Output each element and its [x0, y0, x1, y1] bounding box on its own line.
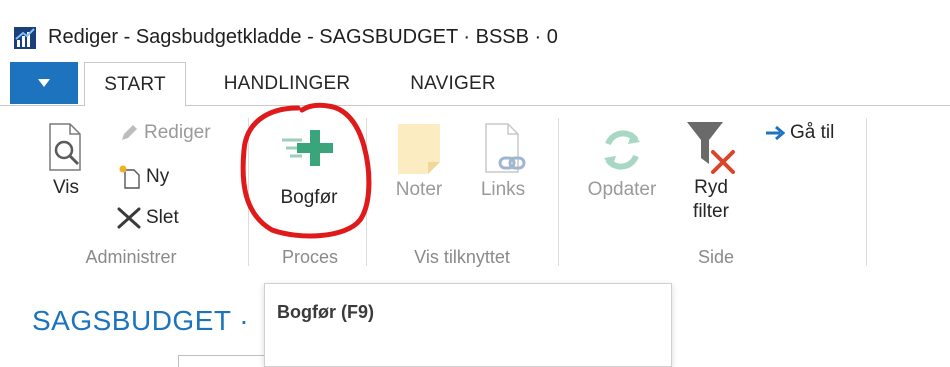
dynamics-nav-icon — [14, 27, 36, 49]
rediger-label: Rediger — [144, 122, 211, 143]
bogfor-button[interactable]: Bogfør — [266, 126, 352, 210]
ryd-filter-button[interactable]: Ryd filter — [680, 118, 742, 224]
post-plus-icon — [282, 130, 333, 166]
window-title: Rediger - Sagsbudgetkladde - SAGSBUDGET … — [48, 26, 558, 48]
link-document-icon — [485, 123, 526, 173]
noter-button[interactable]: Noter — [382, 122, 456, 202]
ryd-filter-label-line2: filter — [693, 201, 729, 222]
vis-label: Vis — [52, 177, 80, 198]
ryd-filter-label-line1: Ryd — [694, 177, 728, 198]
slet-button[interactable]: Slet — [116, 206, 179, 230]
rediger-button[interactable]: Rediger — [118, 122, 211, 144]
opdater-label: Opdater — [587, 179, 657, 200]
group-divider — [558, 118, 559, 266]
chevron-down-icon — [38, 79, 50, 87]
clear-filter-icon — [687, 122, 735, 174]
delete-x-icon — [117, 207, 141, 229]
tooltip-text: Bogfør (F9) — [277, 302, 374, 322]
links-label: Links — [480, 179, 526, 200]
opdater-button[interactable]: Opdater — [576, 122, 668, 202]
ny-label: Ny — [146, 166, 170, 187]
group-divider — [866, 118, 867, 266]
slet-label: Slet — [146, 207, 179, 228]
bogfor-label: Bogfør — [280, 187, 338, 208]
view-document-icon — [49, 123, 81, 171]
new-document-icon — [119, 165, 140, 189]
page-title: SAGSBUDGET · — [32, 305, 250, 336]
group-label-vis-tilknyttet: Vis tilknyttet — [414, 247, 510, 267]
group-divider — [366, 118, 367, 266]
ribbon-tab-bar: START HANDLINGER NAVIGER — [0, 62, 950, 107]
bogfor-tooltip: Bogfør (F9) — [264, 283, 672, 367]
group-label-proces: Proces — [281, 247, 339, 267]
app-menu-button[interactable] — [10, 62, 78, 104]
ribbon-panel: Vis Rediger Ny Slet Administrer Bogfør P… — [10, 106, 950, 282]
arrow-right-icon — [766, 125, 786, 141]
tab-naviger[interactable]: NAVIGER — [388, 62, 518, 106]
group-label-side: Side — [697, 247, 735, 267]
ny-button[interactable]: Ny — [118, 164, 169, 190]
content-area-edge — [178, 355, 268, 367]
vis-button[interactable]: Vis — [38, 120, 94, 200]
noter-label: Noter — [395, 179, 443, 200]
pencil-icon — [122, 125, 137, 140]
note-icon — [398, 124, 440, 174]
ga-til-label: Gå til — [790, 122, 835, 143]
links-button[interactable]: Links — [470, 122, 536, 202]
tab-handlinger[interactable]: HANDLINGER — [196, 62, 378, 106]
title-bar: Rediger - Sagsbudgetkladde - SAGSBUDGET … — [0, 0, 950, 62]
ga-til-button[interactable]: Gå til — [764, 122, 834, 144]
refresh-icon — [604, 130, 640, 170]
group-label-administrer: Administrer — [85, 247, 177, 267]
group-divider — [248, 118, 249, 266]
tab-start[interactable]: START — [84, 62, 186, 107]
